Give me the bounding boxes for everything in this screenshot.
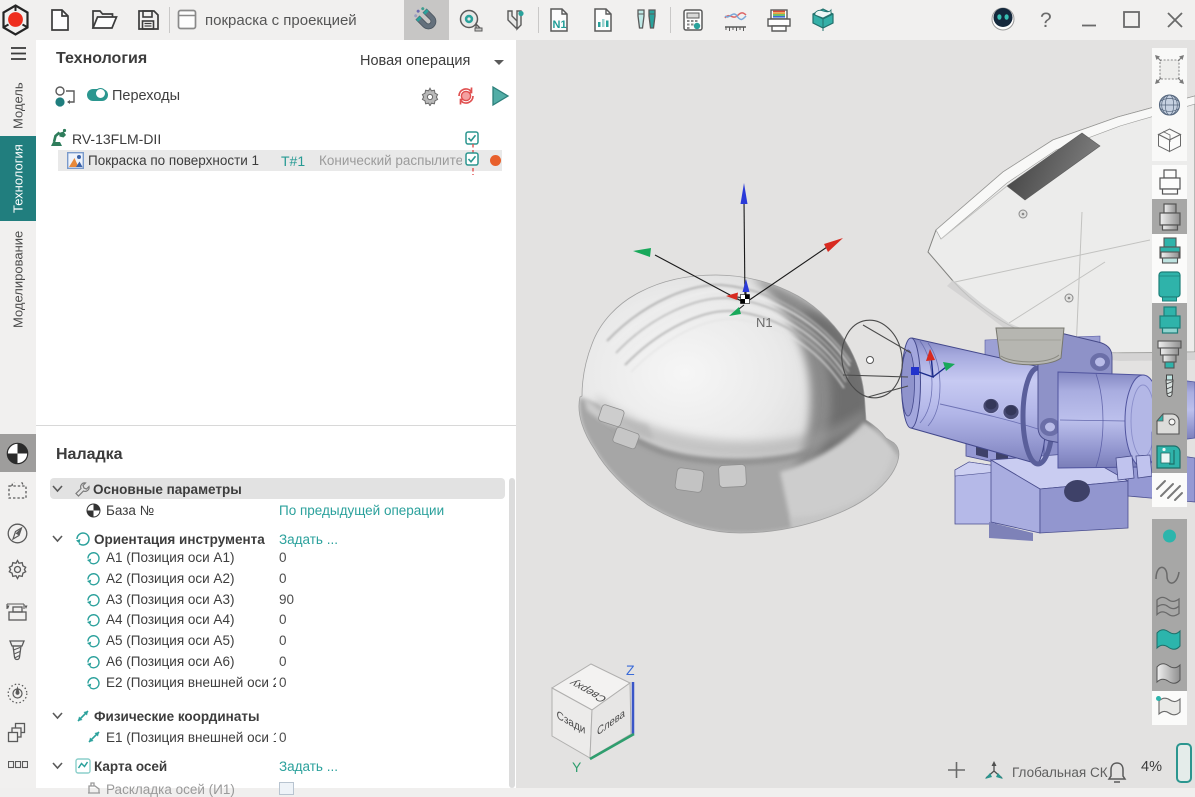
- svg-text:N1: N1: [756, 315, 773, 330]
- svg-text:Глобальная СК: Глобальная СК: [1012, 765, 1108, 780]
- svg-text:Y: Y: [572, 759, 582, 775]
- svg-text:?: ?: [1040, 9, 1052, 32]
- svg-text:покраска с проекцией: покраска с проекцией: [205, 12, 357, 29]
- svg-text:N1: N1: [553, 19, 567, 31]
- svg-text:4%: 4%: [1141, 759, 1162, 775]
- svg-text:Z: Z: [626, 662, 635, 678]
